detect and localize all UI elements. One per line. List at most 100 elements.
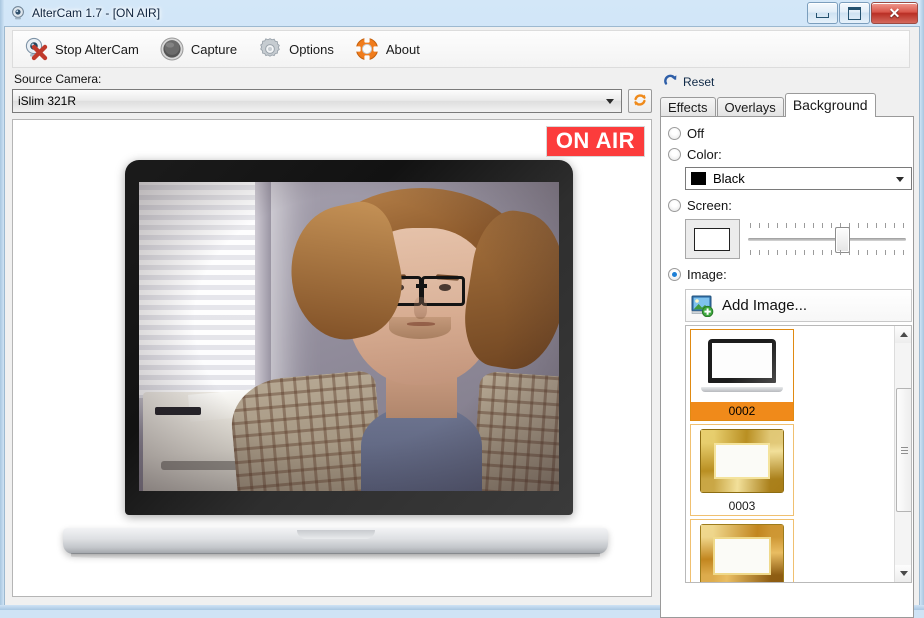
tab-background[interactable]: Background xyxy=(785,93,876,117)
scroll-up-button[interactable] xyxy=(895,326,912,343)
on-air-badge: ON AIR xyxy=(546,126,645,157)
right-pane: Reset Effects Overlays Background Off Co… xyxy=(660,72,914,600)
application-window: AlterCam 1.7 - [ON AIR] ✕ xyxy=(0,0,924,610)
laptop-background-composite xyxy=(63,160,608,560)
scene-person xyxy=(265,188,559,491)
mini-laptop-base xyxy=(701,387,783,392)
radio-color[interactable] xyxy=(668,148,681,161)
thumbnail-caption: 0002 xyxy=(691,402,793,420)
glasses-lens-right xyxy=(421,276,466,306)
scrollbar-thumb[interactable] xyxy=(896,388,912,512)
chevron-down-icon xyxy=(606,99,614,104)
radio-screen[interactable] xyxy=(668,199,681,212)
add-image-button[interactable]: Add Image... xyxy=(685,289,912,322)
close-button[interactable]: ✕ xyxy=(871,2,918,24)
chevron-up-icon xyxy=(900,332,908,337)
mini-laptop-screen xyxy=(712,343,772,378)
background-option-color[interactable]: Color: xyxy=(668,144,906,165)
background-option-image[interactable]: Image: xyxy=(668,264,906,285)
add-image-label: Add Image... xyxy=(722,297,807,314)
close-icon: ✕ xyxy=(889,6,901,20)
background-color-select[interactable]: Black xyxy=(685,167,912,190)
person-nose xyxy=(414,297,427,319)
laptop-shadow xyxy=(71,553,600,560)
client-area: Stop AlterCam Capture xyxy=(4,26,920,605)
person-shirt-right xyxy=(472,371,559,491)
laptop-lid xyxy=(125,160,573,515)
list-item[interactable]: 0004 xyxy=(690,519,794,583)
source-camera-row: iSlim 321R xyxy=(12,89,652,113)
laptop-screen xyxy=(139,182,559,491)
tab-overlays[interactable]: Overlays xyxy=(717,97,784,117)
thumbnail-ornate-frame-image xyxy=(691,425,793,497)
window-controls: ✕ xyxy=(806,2,918,23)
panel-tabs: Effects Overlays Background xyxy=(660,93,914,117)
thumbnail-laptop-image xyxy=(691,330,793,402)
scrollbar-grip-icon xyxy=(901,447,908,454)
scene-printer-slot xyxy=(155,407,200,415)
slider-ticks-top xyxy=(750,223,905,228)
options-label: Options xyxy=(289,42,334,57)
minimize-icon xyxy=(816,13,829,18)
record-circle-icon xyxy=(159,36,185,62)
background-option-off[interactable]: Off xyxy=(668,123,906,144)
life-ring-icon xyxy=(354,36,380,62)
left-pane: Source Camera: iSlim 321R xyxy=(12,72,652,600)
slider-track xyxy=(748,238,907,241)
reset-label: Reset xyxy=(683,75,714,89)
webcam-icon xyxy=(10,5,26,21)
chevron-down-icon xyxy=(900,571,908,576)
capture-button[interactable]: Capture xyxy=(149,32,247,66)
scene-window-blinds xyxy=(139,182,265,398)
screen-preview-rect xyxy=(694,228,730,251)
radio-image-label: Image: xyxy=(687,267,727,282)
screen-settings-row xyxy=(685,219,906,259)
thumbnail-caption: 0003 xyxy=(691,497,793,515)
gear-icon xyxy=(257,36,283,62)
thumbnail-deep-frame-image xyxy=(691,520,793,583)
mini-laptop-graphic xyxy=(701,339,783,393)
screen-preview-box[interactable] xyxy=(685,219,740,259)
list-item[interactable]: 0003 xyxy=(690,424,794,516)
slider-ticks-bottom xyxy=(750,250,905,255)
about-button[interactable]: About xyxy=(344,32,430,66)
maximize-button[interactable] xyxy=(839,2,870,24)
radio-image[interactable] xyxy=(668,268,681,281)
window-title: AlterCam 1.7 - [ON AIR] xyxy=(32,5,160,21)
video-preview[interactable]: ON AIR xyxy=(12,119,652,597)
reset-arrow-icon xyxy=(663,73,678,91)
tab-effects[interactable]: Effects xyxy=(660,97,716,117)
stop-altercam-button[interactable]: Stop AlterCam xyxy=(13,32,149,66)
background-image-list[interactable]: 0002 0003 0004 xyxy=(685,325,912,583)
scroll-down-button[interactable] xyxy=(895,565,912,582)
source-camera-select[interactable]: iSlim 321R xyxy=(12,89,622,113)
source-camera-label: Source Camera: xyxy=(14,72,652,86)
stop-altercam-label: Stop AlterCam xyxy=(55,42,139,57)
color-value: Black xyxy=(713,171,745,186)
options-button[interactable]: Options xyxy=(247,32,344,66)
radio-color-label: Color: xyxy=(687,147,722,162)
person-beard xyxy=(389,317,451,339)
image-list-scrollbar[interactable] xyxy=(894,326,911,582)
background-tab-panel: Off Color: Black Screen: xyxy=(660,116,914,618)
laptop-notch xyxy=(297,530,375,539)
radio-screen-label: Screen: xyxy=(687,198,732,213)
maximize-icon xyxy=(848,7,861,20)
capture-label: Capture xyxy=(191,42,237,57)
toolbar: Stop AlterCam Capture xyxy=(12,30,910,68)
minimize-button[interactable] xyxy=(807,2,838,24)
refresh-cameras-button[interactable] xyxy=(628,89,652,113)
color-swatch xyxy=(691,172,706,185)
add-image-icon xyxy=(691,295,715,317)
gold-frame-graphic xyxy=(701,525,783,583)
gold-frame-graphic xyxy=(701,430,783,492)
radio-off[interactable] xyxy=(668,127,681,140)
webcam-stop-icon xyxy=(23,36,49,62)
about-label: About xyxy=(386,42,420,57)
window-border-right xyxy=(920,0,924,610)
screen-size-slider[interactable] xyxy=(748,219,907,259)
refresh-icon xyxy=(632,92,648,111)
background-option-screen[interactable]: Screen: xyxy=(668,195,906,216)
list-item[interactable]: 0002 xyxy=(690,329,794,421)
reset-button[interactable]: Reset xyxy=(663,72,914,91)
